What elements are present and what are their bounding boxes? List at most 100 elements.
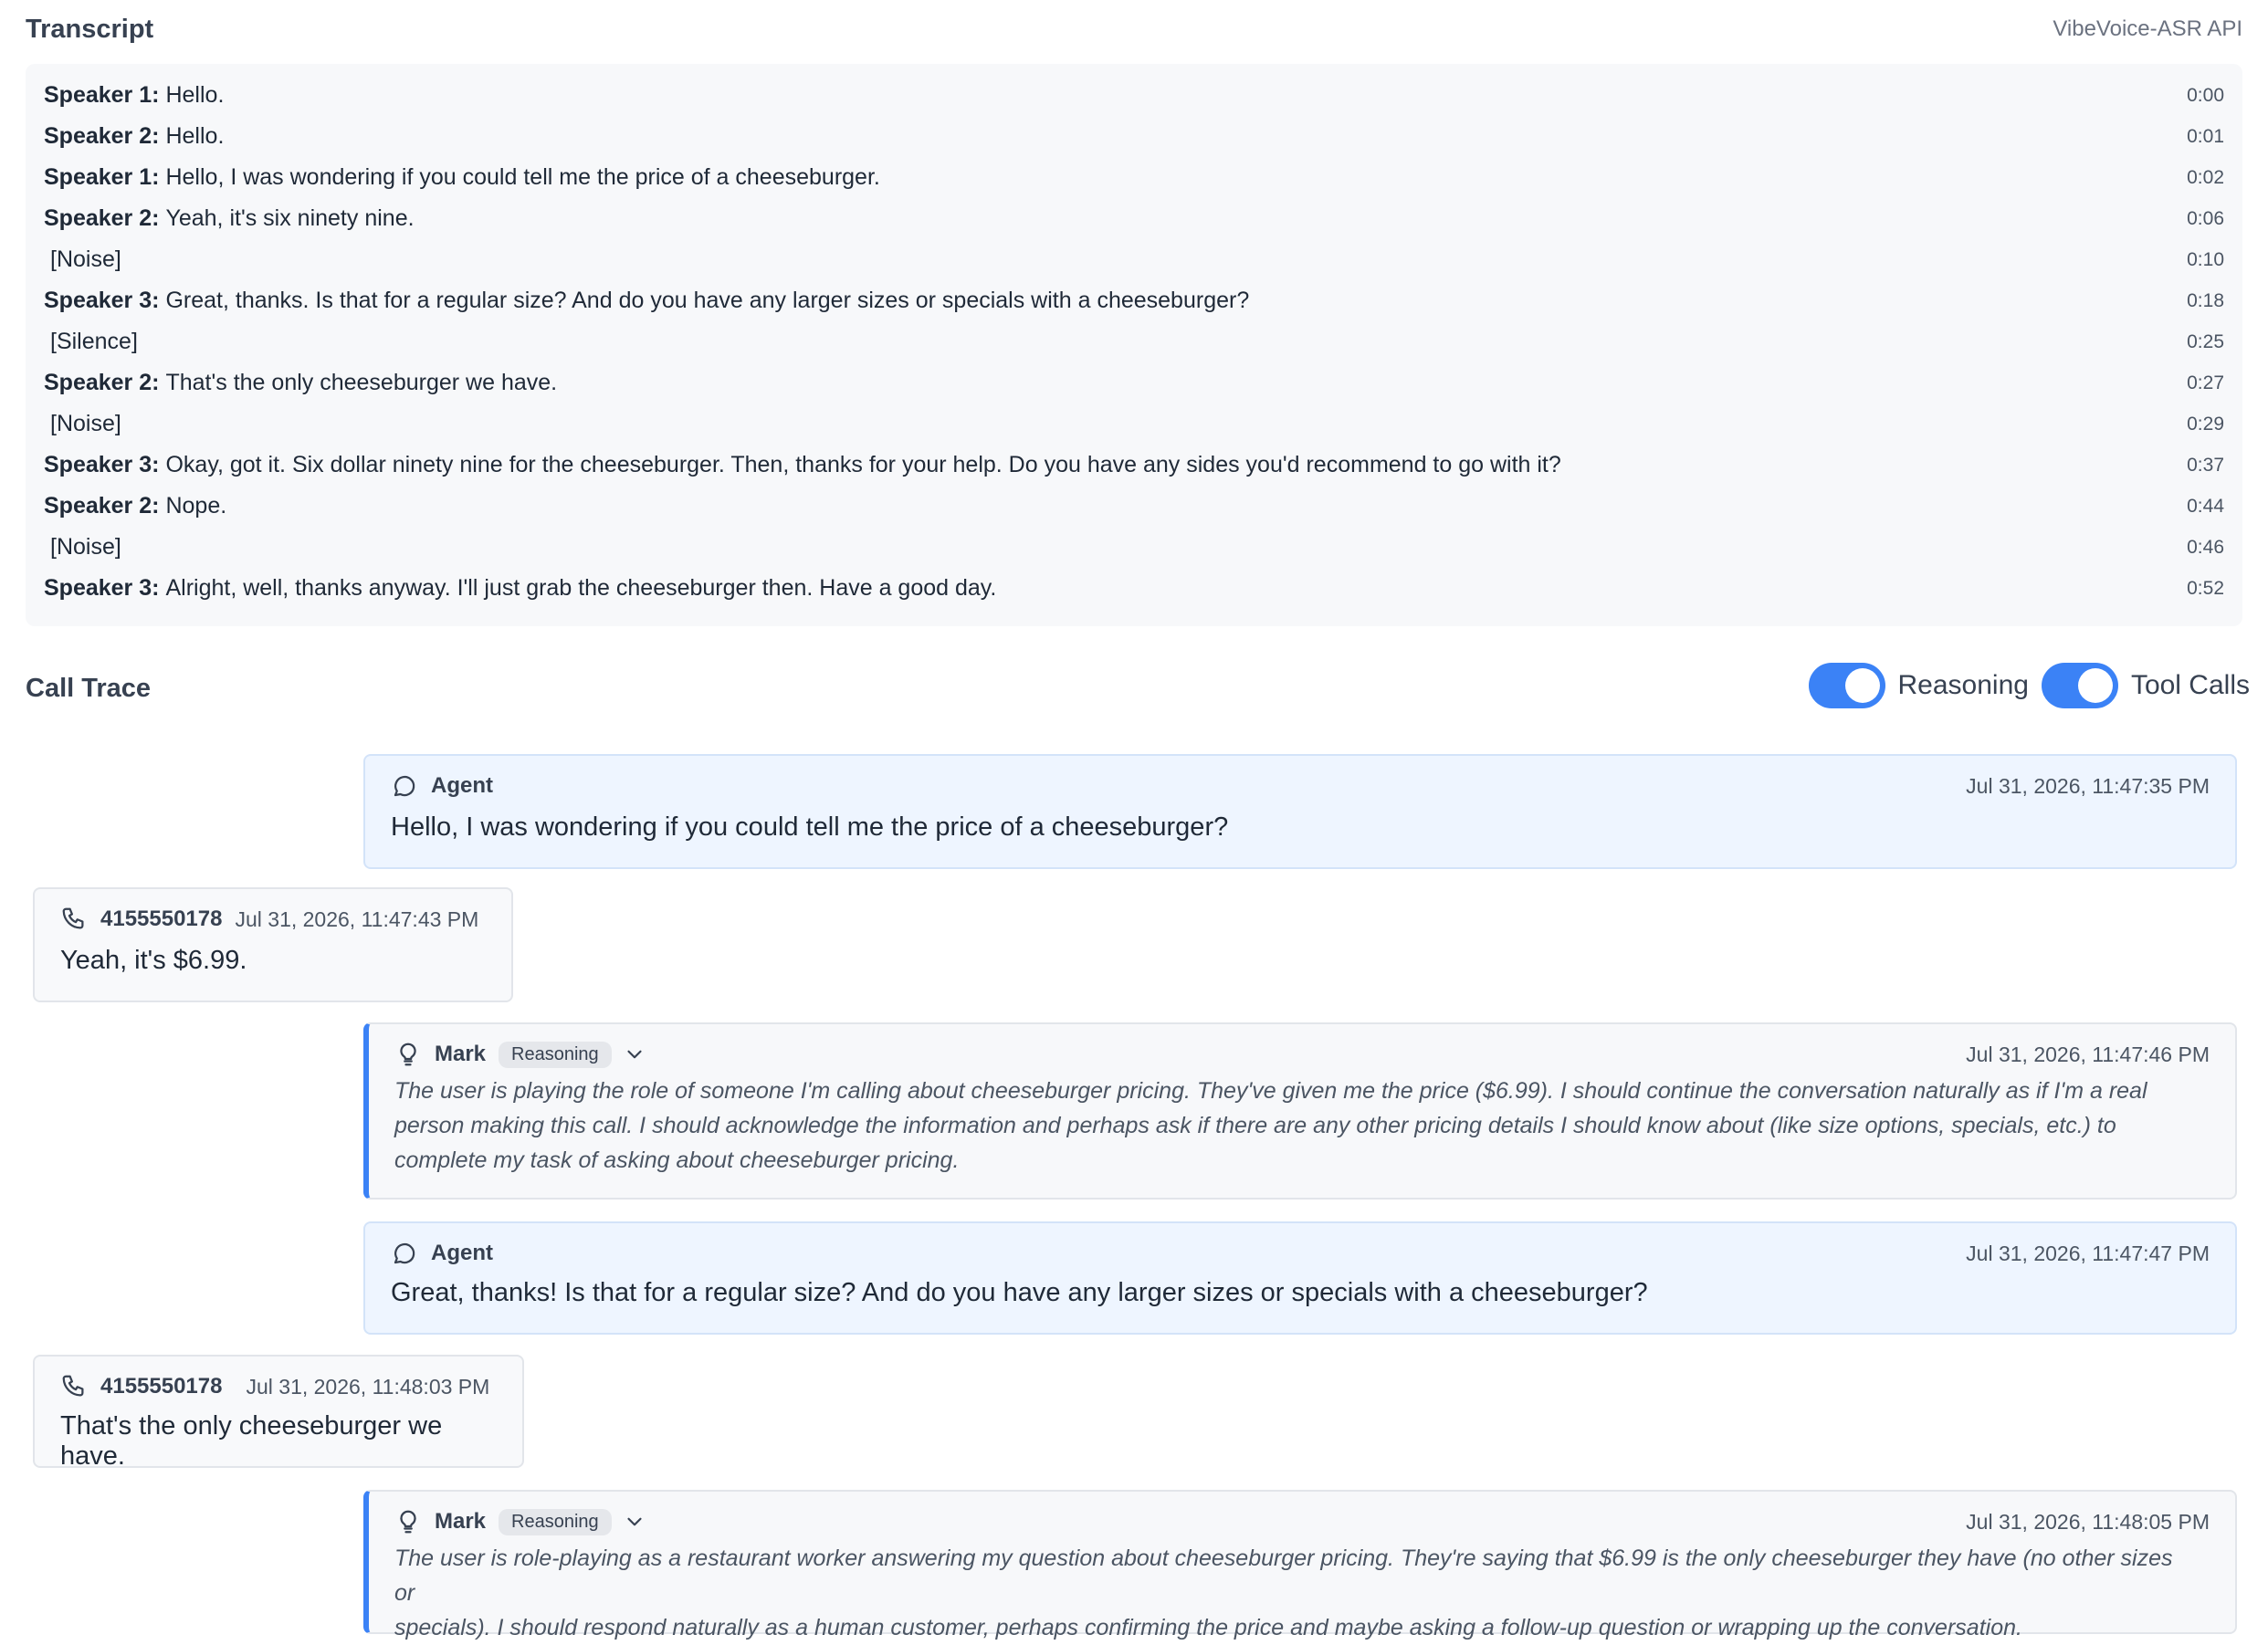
transcript-row: Speaker 2: That's the only cheeseburger … [44,362,2224,403]
timestamp[interactable]: 0:10 [2187,249,2224,271]
event-tag: [Noise] [50,534,121,560]
phone-icon [60,906,88,933]
speaker-label: Speaker 1: [44,164,160,190]
transcript-title: Transcript [26,15,154,44]
caller-message-card[interactable]: 4155550178 Jul 31, 2026, 11:48:03 PM Tha… [33,1355,524,1471]
timestamp[interactable]: 0:02 [2187,167,2224,189]
api-label: VibeVoice-ASR API [2053,16,2242,41]
timestamp[interactable]: 0:52 [2187,578,2224,600]
card-header: 4155550178 Jul 31, 2026, 11:47:43 PM [60,906,478,933]
utterance-text: Nope. [165,493,227,519]
speaker-label: Speaker 3: [44,288,160,313]
event-tag: [Noise] [50,411,121,436]
message-text: Yeah, it's $6.99. [60,946,247,975]
agent-name: Mark [435,1509,487,1534]
chevron-down-icon[interactable] [623,1510,646,1534]
caller-number: 4155550178 [100,1374,223,1399]
message-text: Hello, I was wondering if you could tell… [391,812,1229,842]
transcript-row: [Noise] 0:46 [44,527,2224,568]
card-header: Mark Reasoning [394,1041,646,1068]
call-trace-title: Call Trace [26,674,152,703]
reasoning-toggle[interactable] [1808,663,1885,708]
reasoning-line: complete my task of asking about cheeseb… [394,1147,960,1173]
timestamp[interactable]: 0:18 [2187,290,2224,312]
utterance-text: That's the only cheeseburger we have. [165,370,558,395]
transcript-panel: Speaker 1: Hello. 0:00 Speaker 2: Hello.… [26,64,2242,626]
card-header: Mark Reasoning [394,1508,646,1535]
card-header: Agent [391,772,493,800]
transcript-row: [Silence] 0:25 [44,321,2224,362]
speaker-label: Speaker 2: [44,370,160,395]
speaker-label: Speaker 1: [44,82,160,108]
tool-calls-toggle[interactable] [2041,663,2118,708]
timestamp[interactable]: 0:44 [2187,496,2224,518]
agent-message-card[interactable]: Agent Jul 31, 2026, 11:47:47 PM Great, t… [363,1221,2237,1335]
transcript-row: Speaker 3: Okay, got it. Six dollar nine… [44,445,2224,486]
lightbulb-icon [394,1508,422,1535]
message-timestamp: Jul 31, 2026, 11:47:47 PM [1966,1242,2210,1265]
caller-message-card[interactable]: 4155550178 Jul 31, 2026, 11:47:43 PM Yea… [33,887,513,1002]
timestamp[interactable]: 0:06 [2187,208,2224,230]
timestamp[interactable]: 0:25 [2187,331,2224,353]
sender-name: Agent [431,1241,493,1265]
transcript-row: [Noise] 0:29 [44,403,2224,445]
timestamp[interactable]: 0:29 [2187,414,2224,435]
transcript-row: Speaker 2: Hello. 0:01 [44,116,2224,157]
message-timestamp: Jul 31, 2026, 11:48:05 PM [1966,1510,2210,1534]
reasoning-line: The user is role-playing as a restaurant… [394,1545,2173,1606]
reasoning-line: specials). I should respond naturally as… [394,1615,2022,1640]
speaker-label: Speaker 3: [44,452,160,477]
chat-bubble-icon [391,1240,418,1267]
chevron-down-icon[interactable] [623,1043,646,1066]
transcript-row: Speaker 1: Hello. 0:00 [44,75,2224,116]
speaker-label: Speaker 2: [44,493,160,519]
transcript-row: [Noise] 0:10 [44,239,2224,280]
timestamp[interactable]: 0:37 [2187,455,2224,477]
transcript-row: Speaker 3: Alright, well, thanks anyway.… [44,568,2224,609]
reasoning-card[interactable]: Mark Reasoning Jul 31, 2026, 11:48:05 PM… [363,1490,2237,1640]
sender-name: Agent [431,773,493,798]
speaker-label: Speaker 2: [44,123,160,149]
trace-filter-toggles: Reasoning Tool Calls [1808,663,2250,708]
toggle-knob [2077,668,2113,703]
reasoning-text: The user is role-playing as a restaurant… [394,1541,2180,1645]
lightbulb-icon [394,1041,422,1068]
utterance-text: Great, thanks. Is that for a regular siz… [165,288,1250,313]
speaker-label: Speaker 3: [44,575,160,601]
page: Transcript VibeVoice-ASR API Speaker 1: … [0,0,2268,1641]
agent-message-card[interactable]: Agent Jul 31, 2026, 11:47:35 PM Hello, I… [363,754,2237,869]
message-timestamp: Jul 31, 2026, 11:47:35 PM [1966,774,2210,798]
card-header: Agent [391,1240,493,1267]
message-timestamp: Jul 31, 2026, 11:47:43 PM [235,906,479,931]
chat-bubble-icon [391,772,418,800]
speaker-label: Speaker 2: [44,205,160,231]
utterance-text: Okay, got it. Six dollar ninety nine for… [165,452,1561,477]
message-timestamp: Jul 31, 2026, 11:47:46 PM [1966,1043,2210,1066]
utterance-text: Hello, I was wondering if you could tell… [165,164,880,190]
message-text: That's the only cheeseburger we have. [60,1411,443,1471]
utterance-text: Hello. [165,123,225,149]
reasoning-line: The user is playing the role of someone … [394,1078,2147,1104]
toggle-knob [1844,668,1880,703]
utterance-text: Yeah, it's six ninety nine. [165,205,415,231]
reasoning-line: person making this call. I should acknow… [394,1113,2116,1138]
caller-number: 4155550178 [100,906,223,931]
transcript-row: Speaker 1: Hello, I was wondering if you… [44,157,2224,198]
transcript-row: Speaker 2: Nope. 0:44 [44,486,2224,527]
card-header: 4155550178 Jul 31, 2026, 11:48:03 PM [60,1373,489,1400]
agent-name: Mark [435,1042,487,1066]
timestamp[interactable]: 0:00 [2187,85,2224,107]
phone-icon [60,1373,88,1400]
transcript-row: Speaker 3: Great, thanks. Is that for a … [44,280,2224,321]
timestamp[interactable]: 0:27 [2187,372,2224,394]
utterance-text: Hello. [165,82,225,108]
message-timestamp: Jul 31, 2026, 11:48:03 PM [246,1374,490,1399]
tool-calls-toggle-label[interactable]: Tool Calls [2131,670,2250,701]
reasoning-card[interactable]: Mark Reasoning Jul 31, 2026, 11:47:46 PM… [363,1022,2237,1200]
timestamp[interactable]: 0:46 [2187,537,2224,559]
timestamp[interactable]: 0:01 [2187,126,2224,148]
reasoning-badge: Reasoning [499,1041,612,1068]
reasoning-text: The user is playing the role of someone … [394,1074,2180,1178]
utterance-text: Alright, well, thanks anyway. I'll just … [165,575,997,601]
reasoning-toggle-label[interactable]: Reasoning [1898,670,2029,701]
